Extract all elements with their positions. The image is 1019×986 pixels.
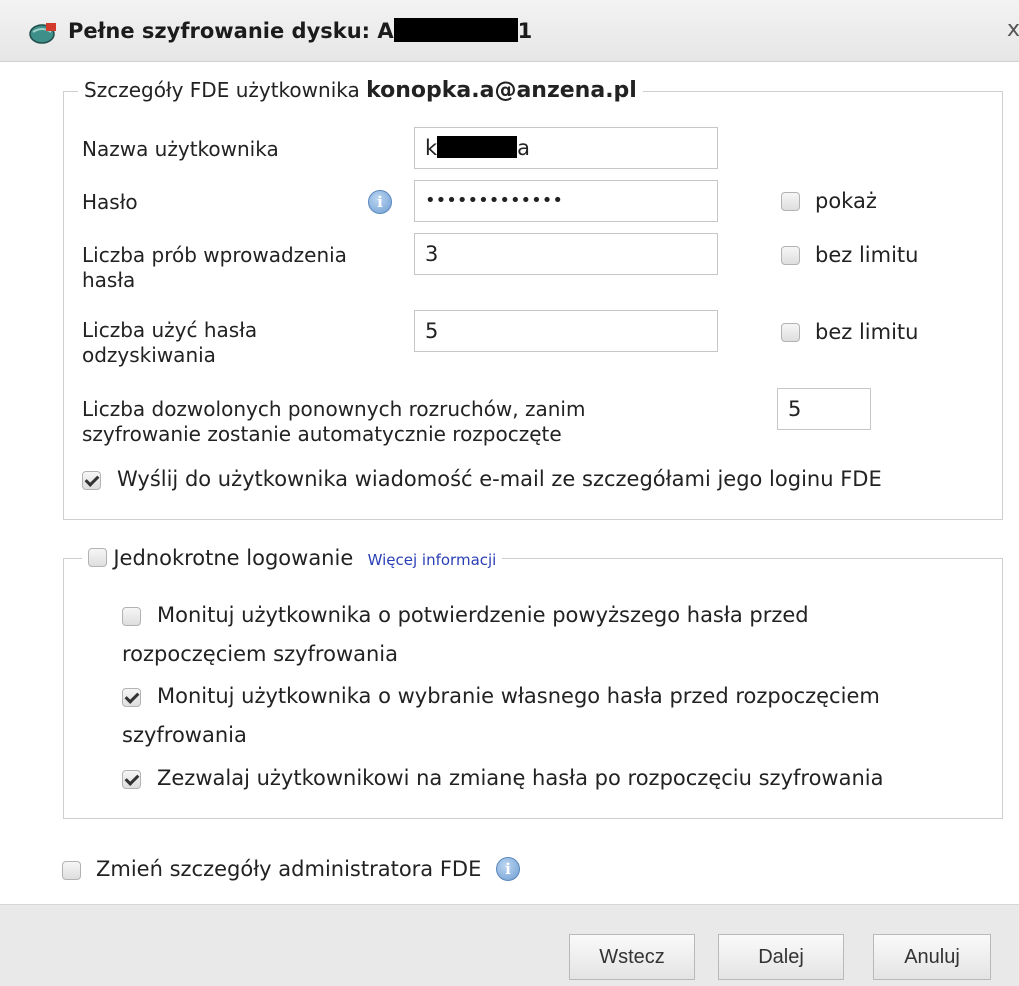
- dialog-footer: Wstecz Dalej Anuluj: [0, 904, 1019, 986]
- title-bar: Pełne szyfrowanie dysku: A1 x: [0, 0, 1019, 62]
- admin-details-label: Zmień szczegóły administratora FDE: [96, 857, 482, 881]
- admin-details-checkbox[interactable]: [62, 861, 81, 880]
- reboots-input[interactable]: 5: [777, 388, 871, 430]
- password-input[interactable]: •••••••••••••: [414, 180, 718, 222]
- sso-option-change-password-checkbox[interactable]: [122, 770, 141, 789]
- next-button[interactable]: Dalej: [718, 934, 844, 980]
- more-info-link[interactable]: Więcej informacji: [368, 551, 497, 569]
- sso-option-confirm-label-line2: rozpoczęciem szyfrowania: [122, 642, 399, 666]
- send-email-label: Wyślij do użytkownika wiadomość e-mail z…: [117, 467, 882, 491]
- password-label: Hasło: [82, 190, 138, 214]
- fde-details-legend: Szczegóły FDE użytkownika konopka.a@anze…: [78, 78, 643, 103]
- back-button[interactable]: Wstecz: [569, 934, 695, 980]
- attempts-unlimited-label: bez limitu: [815, 243, 919, 267]
- sso-option-change-password-label: Zezwalaj użytkownikowi na zmianę hasła p…: [157, 766, 884, 790]
- sso-legend-label: Jednokrotne logowanie: [113, 546, 354, 570]
- attempts-input[interactable]: 3: [414, 233, 718, 275]
- reboots-label-line1: Liczba dozwolonych ponownych rozruchów, …: [82, 397, 586, 421]
- send-email-checkbox[interactable]: [82, 471, 101, 490]
- sso-option-own-password-checkbox[interactable]: [122, 688, 141, 707]
- recovery-unlimited-checkbox[interactable]: [781, 323, 800, 342]
- close-icon[interactable]: x: [1007, 17, 1019, 42]
- window-title: Pełne szyfrowanie dysku: A1: [68, 18, 533, 43]
- info-icon[interactable]: i: [368, 190, 392, 214]
- sso-checkbox[interactable]: [88, 548, 107, 567]
- recovery-label-line1: Liczba użyć hasła: [82, 318, 258, 342]
- attempts-label-line2: hasła: [82, 268, 136, 292]
- redacted-block: [393, 18, 518, 42]
- reboots-label-line2: szyfrowanie zostanie automatycznie rozpo…: [82, 422, 562, 446]
- recovery-label-line2: odzyskiwania: [82, 343, 216, 367]
- legend-user-email: konopka.a@anzena.pl: [366, 78, 637, 103]
- recovery-unlimited-label: bez limitu: [815, 320, 919, 344]
- shield-globe-icon: [29, 23, 56, 44]
- redacted-block: [437, 136, 518, 158]
- username-label: Nazwa użytkownika: [82, 137, 279, 161]
- attempts-label-line1: Liczba prób wprowadzenia: [82, 243, 347, 267]
- recovery-input[interactable]: 5: [414, 310, 718, 352]
- username-input[interactable]: ka: [414, 127, 718, 169]
- attempts-unlimited-checkbox[interactable]: [781, 246, 800, 265]
- info-icon[interactable]: i: [496, 857, 520, 881]
- show-password-label: pokaż: [815, 189, 877, 213]
- sso-option-own-password-label-line1: Monituj użytkownika o wybranie własnego …: [157, 684, 880, 708]
- show-password-checkbox[interactable]: [781, 192, 800, 211]
- sso-option-confirm-label-line1: Monituj użytkownika o potwierdzenie powy…: [157, 603, 809, 627]
- sso-option-confirm-checkbox[interactable]: [122, 607, 141, 626]
- dialog-body: Szczegóły FDE użytkownika konopka.a@anze…: [0, 62, 1019, 904]
- cancel-button[interactable]: Anuluj: [873, 934, 991, 980]
- sso-option-own-password-label-line2: szyfrowania: [122, 723, 247, 747]
- sso-legend: Jednokrotne logowanie Więcej informacji: [82, 546, 503, 570]
